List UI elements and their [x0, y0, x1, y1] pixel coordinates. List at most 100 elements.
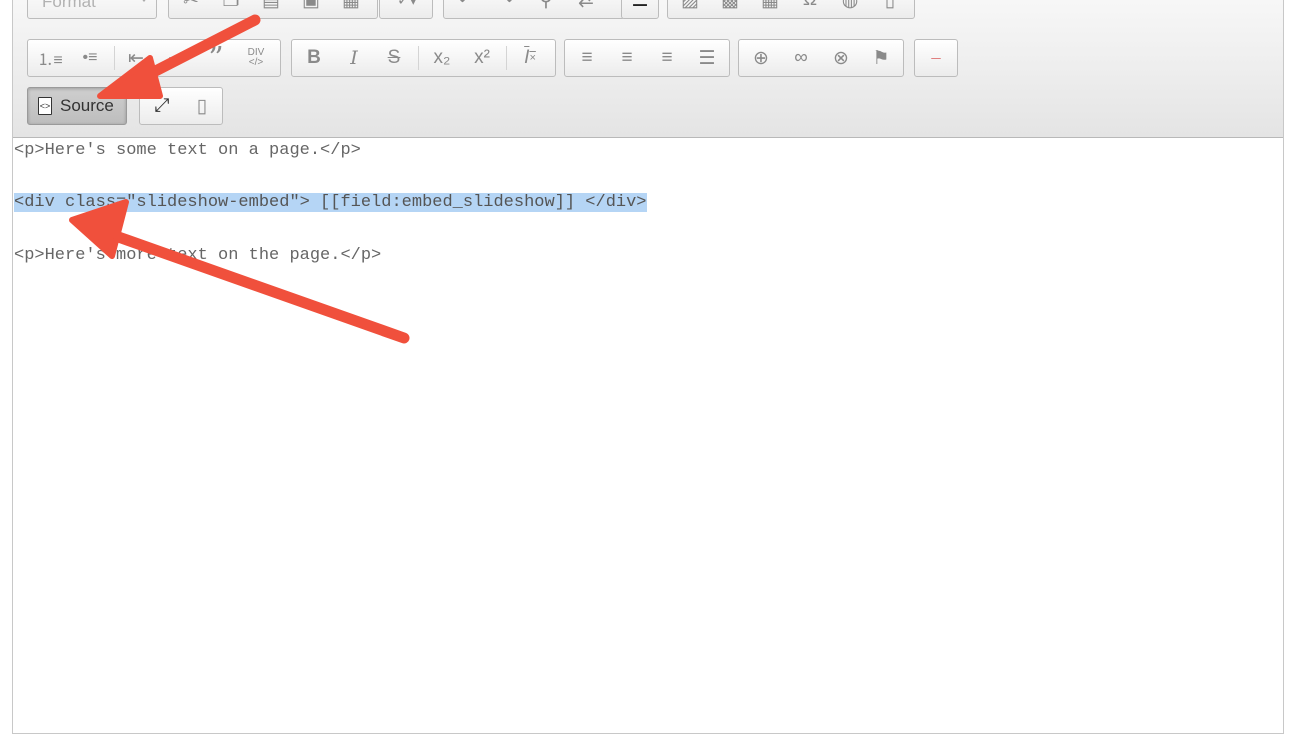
- clipboard-group: ✂ ❐ ▤ ▣ ▦: [168, 0, 378, 19]
- bold-button[interactable]: B: [294, 40, 334, 76]
- search-icon: ⚲: [539, 0, 553, 11]
- anchor-button[interactable]: ⚑: [861, 40, 901, 76]
- strikethrough-button[interactable]: S: [374, 40, 414, 76]
- basic-styles-group: B I S x₂ x² I ×: [291, 39, 556, 77]
- media-icon: ▩: [721, 0, 739, 11]
- show-blocks-button[interactable]: ▯: [182, 88, 222, 124]
- paste-word-button[interactable]: ▦: [331, 0, 371, 18]
- show-blocks-icon: ▯: [196, 95, 208, 117]
- page-break-button[interactable]: ▯: [870, 0, 910, 18]
- link-button[interactable]: ⊕: [741, 40, 781, 76]
- rich-text-editor: Format ✂ ❐ ▤ ▣ ▦ ✓▾ ↶ ↷ ⚲ ⇄ ☰ ▨ ▩ ▦ Ω ◍: [12, 0, 1284, 734]
- align-right-button[interactable]: ≡: [647, 40, 687, 76]
- bulleted-list-icon: •≡: [82, 49, 98, 66]
- numbered-list-icon: ⒈≡: [37, 52, 63, 69]
- flag-icon: ⚑: [872, 47, 890, 69]
- image-icon: ▨: [681, 0, 699, 11]
- horizontal-rule-icon: ⎯: [931, 47, 941, 68]
- chevron-down-icon: [140, 0, 148, 2]
- copy-button[interactable]: ❐: [211, 0, 251, 18]
- indent-icon: ⇥: [168, 47, 184, 69]
- justify-button[interactable]: ☰: [687, 40, 727, 76]
- align-left-button[interactable]: ≡: [567, 40, 607, 76]
- link-add-icon: ⊕: [753, 47, 769, 69]
- link-icon: ∞: [794, 47, 808, 68]
- blockquote-button[interactable]: ”: [196, 40, 236, 76]
- bold-icon: B: [307, 47, 321, 68]
- paste-button[interactable]: ▤: [251, 0, 291, 18]
- redo-button[interactable]: ↷: [486, 0, 526, 18]
- separator: [506, 46, 507, 70]
- scissors-icon: ✂: [183, 0, 199, 11]
- image-button[interactable]: ▨: [670, 0, 710, 18]
- undo-icon: ↶: [458, 0, 474, 11]
- source-line: <p>Here's some text on a page.</p>: [14, 141, 361, 160]
- select-all-button[interactable]: ☰: [622, 0, 658, 18]
- undo-button[interactable]: ↶: [446, 0, 486, 18]
- cut-button[interactable]: ✂: [171, 0, 211, 18]
- align-center-icon: ≡: [621, 47, 633, 68]
- replace-button[interactable]: ⇄: [566, 0, 606, 18]
- image2-button[interactable]: ▩: [710, 0, 750, 18]
- paste-text-button[interactable]: ▣: [291, 0, 331, 18]
- italic-icon: I: [350, 47, 358, 69]
- remove-format-button[interactable]: I ×: [510, 40, 550, 76]
- numbered-list-button[interactable]: ⒈≡: [30, 40, 70, 76]
- superscript-button[interactable]: x²: [462, 40, 502, 76]
- replace-icon: ⇄: [578, 0, 594, 11]
- redo-icon: ↷: [498, 0, 514, 11]
- spellcheck-button[interactable]: ✓▾: [382, 0, 432, 18]
- source-document-icon: <>: [38, 97, 52, 115]
- page-icon: ▯: [884, 0, 896, 11]
- source-line-selected: <div class="slideshow-embed"> [[field:em…: [13, 190, 647, 216]
- italic-button[interactable]: I: [334, 40, 374, 76]
- subscript-icon: x₂: [433, 47, 451, 68]
- alignment-group: ≡ ≡ ≡ ☰: [564, 39, 730, 77]
- indent-button[interactable]: ⇥: [156, 40, 196, 76]
- div-button[interactable]: DIV </>: [236, 40, 276, 76]
- source-button[interactable]: <> Source: [27, 87, 127, 125]
- spellcheck-icon: ✓▾: [396, 0, 418, 9]
- view-group: ⤢ ▯: [139, 87, 223, 125]
- format-dropdown[interactable]: Format: [27, 0, 157, 19]
- format-dropdown-label: Format: [42, 0, 96, 11]
- select-all-icon: ☰: [631, 0, 649, 11]
- align-center-button[interactable]: ≡: [607, 40, 647, 76]
- justify-icon: ☰: [698, 47, 716, 69]
- horizontal-rule-button[interactable]: ⎯: [916, 40, 956, 76]
- paste-word-icon: ▦: [342, 0, 360, 11]
- strikethrough-icon: S: [387, 47, 401, 68]
- omega-icon: Ω: [803, 0, 817, 11]
- outdent-button[interactable]: ⇤: [116, 40, 156, 76]
- history-group: ↶ ↷ ⚲ ⇄: [443, 0, 625, 19]
- bulleted-list-button[interactable]: •≡: [70, 40, 110, 76]
- table-button[interactable]: ▦: [750, 0, 790, 18]
- separator: [114, 46, 115, 70]
- separator: [418, 46, 419, 70]
- special-char-button[interactable]: Ω: [790, 0, 830, 18]
- globe-icon: ◍: [841, 0, 859, 11]
- iframe-button[interactable]: ◍: [830, 0, 870, 18]
- align-left-icon: ≡: [581, 47, 593, 68]
- subscript-button[interactable]: x₂: [422, 40, 462, 76]
- editor-toolbar: Format ✂ ❐ ▤ ▣ ▦ ✓▾ ↶ ↷ ⚲ ⇄ ☰ ▨ ▩ ▦ Ω ◍: [13, 0, 1283, 138]
- list-group: ⒈≡ •≡ ⇤ ⇥ ” DIV </>: [27, 39, 281, 77]
- paste-text-icon: ▣: [302, 0, 320, 11]
- maximize-button[interactable]: ⤢: [142, 88, 182, 124]
- links-group: ⊕ ∞ ⊗ ⚑: [738, 39, 904, 77]
- source-button-label: Source: [60, 96, 114, 115]
- selected-text: <div class="slideshow-embed"> [[field:em…: [14, 193, 647, 212]
- quote-icon: ”: [208, 40, 224, 76]
- superscript-icon: x²: [474, 47, 490, 68]
- spellcheck-group: ✓▾: [379, 0, 433, 19]
- select-all-group: ☰: [621, 0, 659, 19]
- find-button[interactable]: ⚲: [526, 0, 566, 18]
- table-icon: ▦: [761, 0, 779, 11]
- outdent-icon: ⇤: [128, 47, 144, 69]
- unlink-button[interactable]: ⊗: [821, 40, 861, 76]
- maximize-icon: ⤢: [154, 95, 170, 116]
- unlink-icon: ⊗: [833, 47, 849, 69]
- align-right-icon: ≡: [661, 47, 673, 68]
- link-edit-button[interactable]: ∞: [781, 40, 821, 76]
- code-icon: </>: [248, 57, 264, 68]
